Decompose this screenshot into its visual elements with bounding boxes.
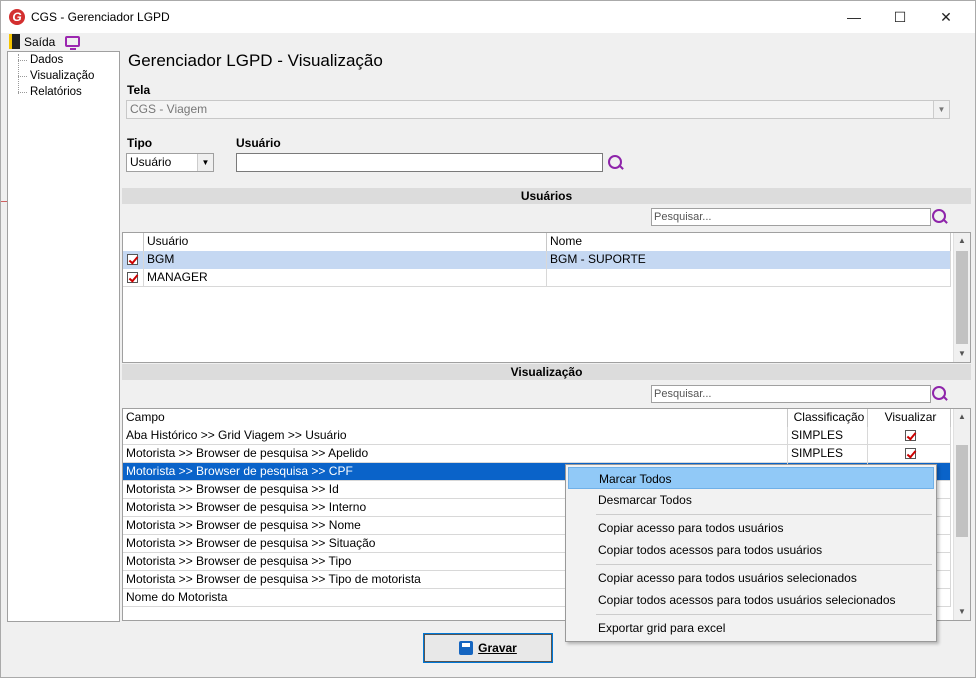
- visualizar-checkbox[interactable]: [905, 448, 916, 459]
- scroll-thumb[interactable]: [956, 445, 968, 537]
- menu-item-copiar-todos-acessos-todos[interactable]: Copiar todos acessos para todos usuários: [568, 539, 934, 561]
- window-title: CGS - Gerenciador LGPD: [31, 10, 170, 24]
- campo-cell: Aba Histórico >> Grid Viagem >> Usuário: [123, 427, 788, 445]
- maximize-button[interactable]: ☐: [877, 1, 923, 33]
- row-checkbox[interactable]: [127, 254, 138, 265]
- menu-item-exportar-excel[interactable]: Exportar grid para excel: [568, 617, 934, 639]
- save-button[interactable]: Gravar: [423, 633, 553, 663]
- tela-select[interactable]: CGS - Viagem ▼: [126, 100, 950, 119]
- minimize-button[interactable]: —: [831, 1, 877, 33]
- visualizar-cell: [868, 427, 951, 445]
- scroll-down-icon[interactable]: ▼: [954, 604, 970, 620]
- search-icon[interactable]: [932, 209, 948, 225]
- app-logo-icon: G: [9, 9, 25, 25]
- menu-separator: [596, 614, 932, 615]
- users-scrollbar[interactable]: ▲ ▼: [953, 233, 970, 362]
- app-window: G CGS - Gerenciador LGPD — ☐ ✕ Saída Dad…: [0, 0, 976, 678]
- column-header-nome[interactable]: Nome: [547, 233, 951, 251]
- users-grid-header: Usuário Nome: [123, 233, 951, 251]
- table-row[interactable]: Motorista >> Browser de pesquisa >> Apel…: [123, 445, 951, 463]
- scroll-down-icon[interactable]: ▼: [954, 346, 970, 362]
- users-grid: Usuário Nome BGM BGM - SUPORTE MANAGER ▲…: [122, 232, 971, 363]
- menu-item-copiar-acesso-todos[interactable]: Copiar acesso para todos usuários: [568, 517, 934, 539]
- table-row[interactable]: Aba Histórico >> Grid Viagem >> Usuário S…: [123, 427, 951, 445]
- column-header-visualizar[interactable]: Visualizar: [868, 409, 951, 427]
- menu-item-copiar-todos-acessos-selecionados[interactable]: Copiar todos acessos para todos usuários…: [568, 589, 934, 611]
- classificacao-cell: SIMPLES: [788, 427, 868, 445]
- chevron-down-icon: ▼: [933, 101, 949, 118]
- tipo-select[interactable]: Usuário ▼: [126, 153, 214, 172]
- scroll-up-icon[interactable]: ▲: [954, 409, 970, 425]
- context-menu: Marcar Todos Desmarcar Todos Copiar aces…: [565, 464, 937, 642]
- users-section-header: Usuários: [122, 188, 971, 204]
- tree-item-visualizacao[interactable]: Visualização: [8, 68, 119, 84]
- visualizar-cell: [868, 445, 951, 463]
- save-button-label: Gravar: [478, 641, 517, 655]
- visualizar-checkbox[interactable]: [905, 430, 916, 441]
- close-button[interactable]: ✕: [923, 1, 969, 33]
- usuario-input[interactable]: [236, 153, 603, 172]
- nome-cell: BGM - SUPORTE: [547, 251, 951, 269]
- tipo-label: Tipo: [127, 136, 153, 150]
- usuario-cell: MANAGER: [144, 269, 547, 287]
- title-bar: G CGS - Gerenciador LGPD — ☐ ✕: [1, 1, 975, 33]
- table-row[interactable]: BGM BGM - SUPORTE: [123, 251, 951, 269]
- tree-item-relatorios[interactable]: Relatórios: [8, 84, 119, 100]
- checkbox-column-header: [123, 233, 144, 251]
- view-scrollbar[interactable]: ▲ ▼: [953, 409, 970, 620]
- tela-value: CGS - Viagem: [130, 102, 208, 116]
- exit-menu-item[interactable]: Saída: [24, 35, 55, 49]
- search-icon[interactable]: [932, 386, 948, 402]
- menu-item-marcar-todos[interactable]: Marcar Todos: [568, 467, 934, 489]
- row-checkbox-cell: [123, 269, 144, 287]
- page-title: Gerenciador LGPD - Visualização: [128, 51, 383, 70]
- tipo-value: Usuário: [130, 155, 172, 169]
- menu-separator: [596, 514, 932, 515]
- menu-item-copiar-acesso-selecionados[interactable]: Copiar acesso para todos usuários seleci…: [568, 567, 934, 589]
- monitor-icon[interactable]: [65, 36, 81, 50]
- campo-cell: Motorista >> Browser de pesquisa >> Apel…: [123, 445, 788, 463]
- scroll-up-icon[interactable]: ▲: [954, 233, 970, 249]
- view-section-header: Visualização: [122, 364, 971, 380]
- exit-door-icon[interactable]: [9, 34, 20, 49]
- row-checkbox-cell: [123, 251, 144, 269]
- menu-item-desmarcar-todos[interactable]: Desmarcar Todos: [568, 489, 934, 511]
- tree-item-dados[interactable]: Dados: [8, 52, 119, 68]
- navigation-tree: Dados Visualização Relatórios: [7, 51, 120, 622]
- row-checkbox[interactable]: [127, 272, 138, 283]
- nome-cell: [547, 269, 951, 287]
- tela-label: Tela: [127, 83, 151, 97]
- menu-bar: Saída: [1, 33, 975, 50]
- chevron-down-icon: ▼: [197, 154, 213, 171]
- classificacao-cell: SIMPLES: [788, 445, 868, 463]
- floppy-disk-icon: [459, 641, 474, 655]
- view-grid-header: Campo Classificação Visualizar: [123, 409, 951, 427]
- scroll-thumb[interactable]: [956, 251, 968, 344]
- search-icon[interactable]: [608, 155, 624, 171]
- users-search-input[interactable]: Pesquisar...: [651, 208, 931, 226]
- column-header-classificacao[interactable]: Classificação: [788, 409, 868, 427]
- table-row[interactable]: MANAGER: [123, 269, 951, 287]
- column-header-usuario[interactable]: Usuário: [144, 233, 547, 251]
- column-header-campo[interactable]: Campo: [123, 409, 788, 427]
- usuario-label: Usuário: [236, 136, 281, 150]
- view-search-input[interactable]: Pesquisar...: [651, 385, 931, 403]
- menu-separator: [596, 564, 932, 565]
- usuario-cell: BGM: [144, 251, 547, 269]
